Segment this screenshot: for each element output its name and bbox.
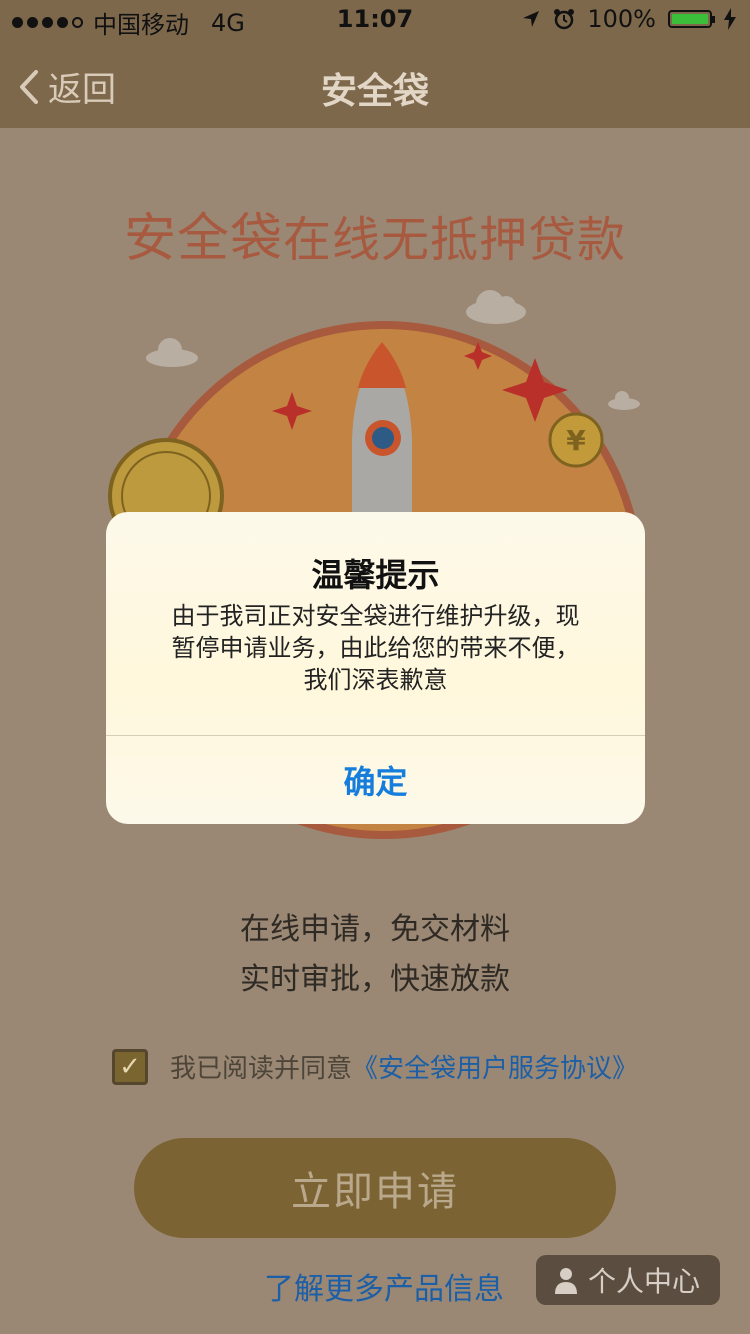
headline-brand: 安全袋 [123,209,283,269]
personal-center-label: 个人中心 [588,1265,701,1298]
location-arrow-icon [523,11,540,27]
headline-rest: 在线无抵押贷款 [283,212,627,268]
dialog-message: 由于我司正对安全袋进行维护升级，现 暂停申请业务，由此给您的带来不便， 我们深表… [136,600,615,696]
alert-dialog: 温馨提示 由于我司正对安全袋进行维护升级，现 暂停申请业务，由此给您的带来不便，… [106,512,645,824]
status-right: 100% [521,5,736,33]
agreement-text: 我已阅读并同意 [170,1054,353,1084]
battery-icon [668,10,715,28]
dialog-title: 温馨提示 [311,556,440,594]
agreement-checkbox[interactable]: ✓ [112,1048,148,1085]
svg-text:¥: ¥ [566,424,586,457]
dialog-message-line: 暂停申请业务，由此给您的带来不便， [171,634,580,662]
cloud-icon [466,290,526,324]
agreement-row: ✓ 我已阅读并同意 《安全袋用户服务协议》 [112,1048,638,1085]
page-title: 安全袋 [320,71,429,112]
battery-percent: 100% [587,5,656,33]
cloud-icon [146,338,198,367]
feature-item: 实时审批，快速放款 [240,962,510,997]
status-bar: 中国移动 4G 11:07 100% [0,0,750,40]
alarm-clock-icon [554,9,575,30]
charging-bolt-icon [724,8,736,30]
dialog-message-line: 我们深表歉意 [303,666,448,694]
feature-list: 在线申请，免交材料 实时审批，快速放款 [0,905,750,1005]
dialog-message-line: 由于我司正对安全袋进行维护升级，现 [171,602,580,630]
yuan-coin-icon: ¥ [548,412,604,468]
apply-button[interactable]: 立即申请 [134,1138,616,1238]
personal-center-button[interactable]: 个人中心 [536,1255,720,1305]
person-icon [555,1268,577,1294]
feature-item: 在线申请，免交材料 [240,912,510,947]
navigation-bar: 返回 安全袋 [0,40,750,128]
more-info-link[interactable]: 了解更多产品信息 [264,1264,504,1308]
confirm-button[interactable]: 确定 [106,736,645,824]
cloud-icon [608,391,640,410]
agreement-link[interactable]: 《安全袋用户服务协议》 [352,1048,638,1085]
headline: 安全袋在线无抵押贷款 [0,196,750,271]
checkmark-icon: ✓ [119,1051,141,1082]
